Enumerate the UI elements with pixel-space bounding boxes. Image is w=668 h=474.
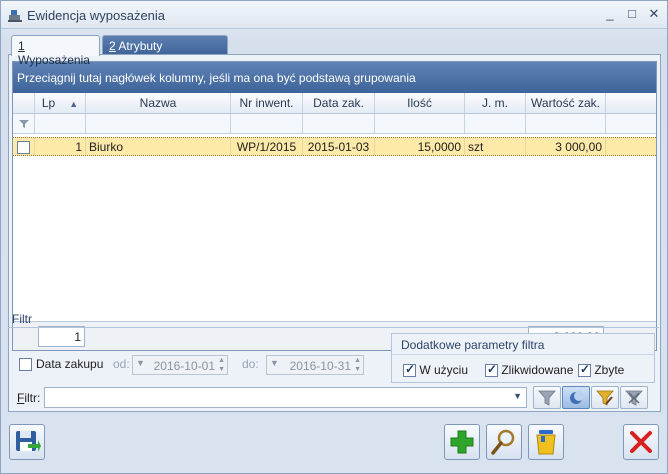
zlikwidowane-option[interactable]: Zlikwidowane <box>485 362 574 378</box>
column-header-ilosc[interactable]: Ilość <box>375 93 465 113</box>
tab-label: Wyposażenia <box>18 53 90 67</box>
funnel-icon <box>538 390 556 406</box>
title-bar: Ewidencja wyposażenia _ □ ✕ <box>1 1 667 29</box>
filter-cell-lp[interactable] <box>35 114 86 133</box>
zbyte-checkbox[interactable] <box>578 362 591 378</box>
row-select-cell[interactable] <box>13 138 35 155</box>
window-close-button[interactable]: ✕ <box>645 6 663 24</box>
close-button[interactable] <box>623 424 659 460</box>
filter-section: Filtr Data zakupu od: ▼ 2016-10-01 ▲ ▼ do… <box>8 307 661 411</box>
funnel-clear-icon <box>625 390 643 406</box>
minimize-button[interactable]: _ <box>601 6 619 24</box>
chevron-down-icon: ▼ <box>136 358 145 368</box>
add-icon <box>450 430 474 454</box>
action-bar <box>1 414 667 474</box>
column-header-data-zak[interactable]: Data zak. <box>303 93 375 113</box>
cell-data-zak: 2015-01-03 <box>303 138 375 155</box>
do-label: do: <box>242 357 259 371</box>
filtr-label: Filtr: <box>17 391 40 405</box>
cell-wartosc-zak: 3 000,00 <box>526 138 606 155</box>
column-header-lp[interactable]: Lp ▲ <box>35 93 86 113</box>
maximize-button[interactable]: □ <box>623 6 641 24</box>
chevron-down-icon: ▼ <box>270 358 279 368</box>
divider <box>8 327 659 328</box>
divider <box>392 354 654 355</box>
w-uzyciu-option[interactable]: W użyciu <box>403 362 469 378</box>
save-icon <box>16 431 41 452</box>
filter-cell-wartosc[interactable] <box>526 114 606 133</box>
column-header-wartosc-zak[interactable]: Wartość zak. <box>526 93 606 113</box>
equipment-window: Ewidencja wyposażenia _ □ ✕ 1 Wyposażeni… <box>0 0 668 474</box>
date-to-field[interactable]: ▼ 2016-10-31 ▲ ▼ <box>266 355 364 375</box>
w-uzyciu-label: W użyciu <box>419 363 469 377</box>
filter-cell-jm[interactable] <box>465 114 526 133</box>
chevron-down-icon[interactable]: ▼ <box>513 391 522 401</box>
extra-filter-params: Dodatkowe parametry filtra W użyciu Zlik… <box>391 333 655 383</box>
cell-jm: szt <box>465 138 526 155</box>
filter-cell-ilosc[interactable] <box>375 114 465 133</box>
tab-wyposazenia[interactable]: 1 Wyposażenia <box>11 35 100 67</box>
zlikwidowane-checkbox[interactable] <box>485 362 498 378</box>
clear-filter-button[interactable] <box>620 386 648 409</box>
date-from-value: 2016-10-01 <box>153 359 215 373</box>
row-checkbox[interactable] <box>17 141 30 155</box>
cell-ilosc: 15,0000 <box>375 138 465 155</box>
tab-atrybuty[interactable]: 2 Atrybuty wyposażeń <box>102 35 228 67</box>
table-row[interactable]: 1 Biurko WP/1/2015 2015-01-03 15,0000 sz… <box>13 137 656 156</box>
edit-button[interactable] <box>486 424 522 460</box>
add-button[interactable] <box>444 424 480 460</box>
tab-hotkey: 2 <box>109 39 116 53</box>
header-selector <box>13 93 35 113</box>
zbyte-option[interactable]: Zbyte <box>578 362 625 378</box>
group-by-area[interactable]: Przeciągnij tutaj nagłówek kolumny, jeśl… <box>13 62 656 93</box>
zbyte-label: Zbyte <box>594 363 625 377</box>
window-title: Ewidencja wyposażenia <box>27 8 166 23</box>
magnifier-icon <box>491 429 515 455</box>
edit-filter-button[interactable] <box>591 386 619 409</box>
filter-cell-data-zak[interactable] <box>303 114 375 133</box>
column-filter-row <box>13 114 656 134</box>
filter-section-title: Filtr <box>12 312 32 326</box>
column-header-jm[interactable]: J. m. <box>465 93 526 113</box>
w-uzyciu-checkbox[interactable] <box>403 362 416 378</box>
funnel-edit-icon <box>596 390 614 406</box>
date-filter-checkbox[interactable] <box>19 358 32 371</box>
delete-button[interactable] <box>528 424 564 460</box>
column-header-label: Lp <box>41 96 56 110</box>
filter-row-selector[interactable] <box>13 114 35 133</box>
moon-filter-icon <box>570 391 584 404</box>
date-filter-label: Data zakupu <box>36 357 104 371</box>
fixed-assets-icon <box>8 10 22 22</box>
filter-cell-nr-inwent[interactable] <box>231 114 303 133</box>
spinner-arrows-icon[interactable]: ▲ ▼ <box>218 356 225 374</box>
funnel-icon <box>19 120 29 128</box>
filter-cell-nazwa[interactable] <box>86 114 231 133</box>
date-to-value: 2016-10-31 <box>289 359 351 373</box>
apply-filter-button[interactable] <box>533 386 561 409</box>
cell-lp: 1 <box>35 138 86 155</box>
column-header-nazwa[interactable]: Nazwa <box>86 93 231 113</box>
column-header-nr-inwent[interactable]: Nr inwent. <box>231 93 303 113</box>
od-label: od: <box>113 357 130 371</box>
constructor-filter-button[interactable] <box>562 386 590 409</box>
tab-hotkey: 1 <box>18 39 25 53</box>
filtr-input[interactable]: ▼ <box>44 387 527 408</box>
date-from-field[interactable]: ▼ 2016-10-01 ▲ ▼ <box>132 355 228 375</box>
cell-nr-inwent: WP/1/2015 <box>231 138 303 155</box>
trash-icon <box>536 430 556 455</box>
filtr-label-text: iltr: <box>24 391 41 405</box>
spinner-arrows-icon[interactable]: ▲ ▼ <box>354 356 361 374</box>
zlikwidowane-label: Zlikwidowane <box>501 363 574 377</box>
close-icon <box>630 431 652 453</box>
extra-params-title: Dodatkowe parametry filtra <box>401 338 545 352</box>
sort-ascending-icon: ▲ <box>69 99 79 109</box>
column-header-row: Lp ▲ Nazwa Nr inwent. Data zak. Ilość J. … <box>13 93 656 114</box>
cell-nazwa: Biurko <box>86 138 231 155</box>
save-button[interactable] <box>9 424 45 460</box>
